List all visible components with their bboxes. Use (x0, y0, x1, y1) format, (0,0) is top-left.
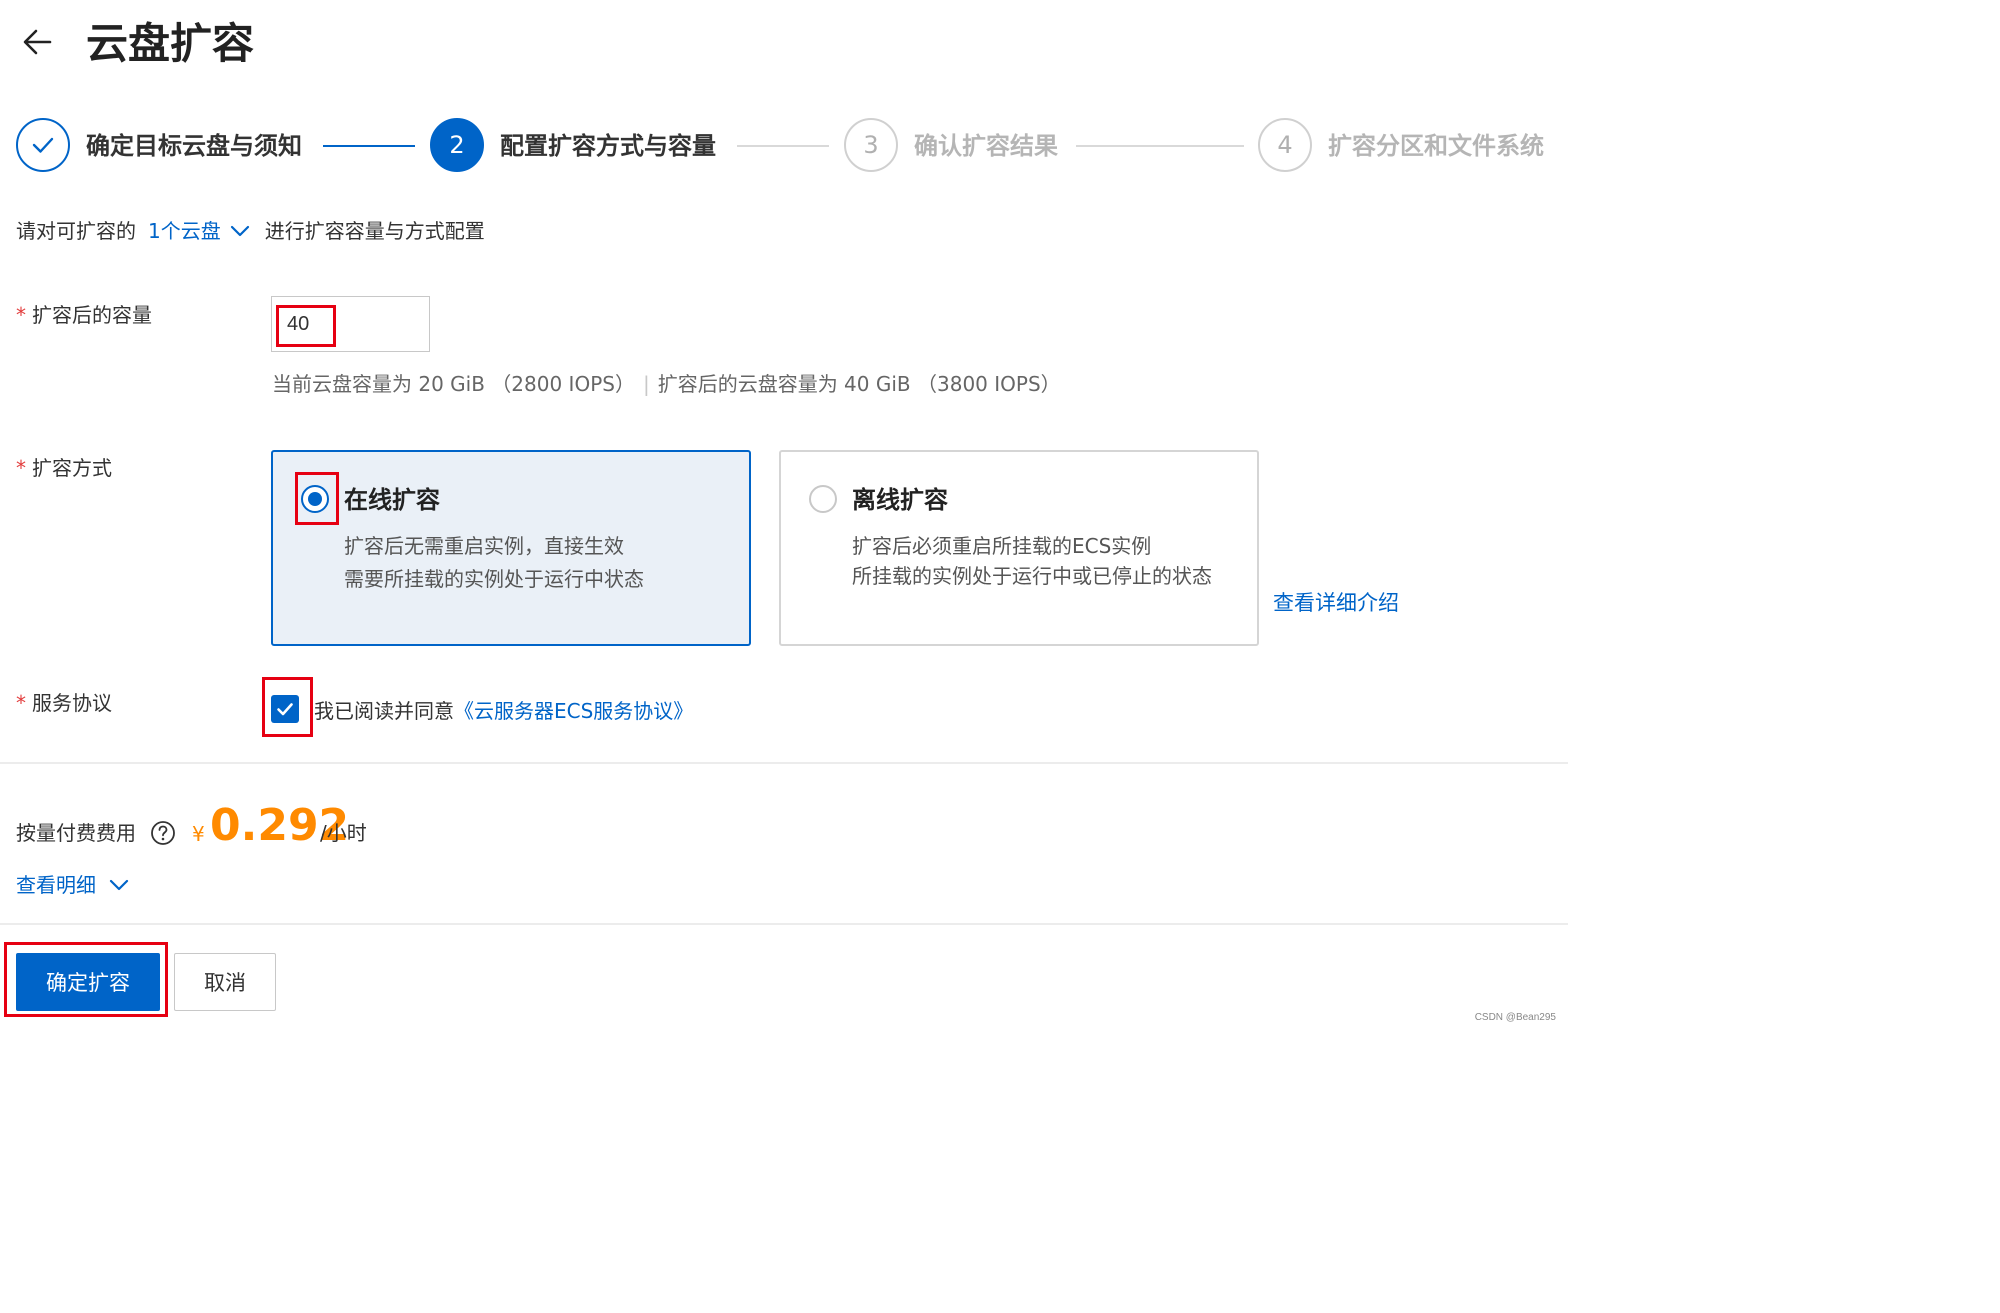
chevron-down-icon[interactable] (229, 220, 251, 242)
online-desc-2: 需要所挂载的实例处于运行中状态 (344, 567, 644, 591)
check-icon (277, 703, 293, 716)
step-3-number: 3 (844, 118, 898, 172)
online-radio[interactable] (301, 485, 329, 513)
step-connector (1076, 145, 1244, 147)
step-3-label: 确认扩容结果 (914, 132, 1058, 160)
step-4-number: 4 (1258, 118, 1312, 172)
hint-separator: | (642, 372, 650, 396)
agreement-text-prefix: 我已阅读并同意 (314, 699, 454, 723)
step-1-check-icon (16, 118, 70, 172)
online-expansion-card[interactable]: 在线扩容 扩容后无需重启实例，直接生效 需要所挂载的实例处于运行中状态 (271, 450, 751, 646)
mode-label: * 扩容方式 (16, 453, 112, 483)
view-details-link[interactable]: 查看详细介绍 (1273, 588, 1399, 618)
online-title: 在线扩容 (344, 486, 440, 514)
chevron-down-icon (109, 879, 129, 891)
offline-title: 离线扩容 (852, 486, 948, 514)
agreement-label-text: 服务协议 (32, 691, 112, 715)
price-label: 按量付费费用 (16, 821, 136, 845)
page-title: 云盘扩容 (86, 19, 255, 68)
step-connector (323, 145, 415, 147)
online-desc-1: 扩容后无需重启实例，直接生效 (344, 534, 624, 558)
mode-label-text: 扩容方式 (32, 456, 112, 480)
price-unit: /小时 (320, 821, 367, 845)
required-mark: * (16, 691, 26, 715)
step-2-number: 2 (430, 118, 484, 172)
arrow-left-icon[interactable] (20, 24, 56, 60)
view-breakdown-link[interactable]: 查看明细 (16, 870, 130, 900)
section-divider (0, 762, 1568, 764)
step-4-label: 扩容分区和文件系统 (1328, 132, 1544, 160)
capacity-hint: 当前云盘容量为 20 GiB （2800 IOPS） | 扩容后的云盘容量为 40 … (272, 370, 1061, 398)
agreement-checkbox[interactable] (271, 695, 299, 723)
offline-expansion-card[interactable]: 离线扩容 扩容后必须重启所挂载的ECS实例 所挂载的实例处于运行中或已停止的状态 (779, 450, 1259, 646)
hint-current: 当前云盘容量为 20 GiB （2800 IOPS） (272, 372, 635, 396)
capacity-label: * 扩容后的容量 (16, 300, 152, 330)
step-connector (737, 145, 829, 147)
offline-radio[interactable] (809, 485, 837, 513)
confirm-expansion-button[interactable]: 确定扩容 (16, 953, 160, 1011)
currency-symbol: ¥ (192, 822, 205, 846)
hint-after: 扩容后的云盘容量为 40 GiB （3800 IOPS） (657, 372, 1061, 396)
agreement-label: * 服务协议 (16, 688, 112, 718)
intro-prefix: 请对可扩容的 (16, 219, 136, 243)
agreement-text: 我已阅读并同意《云服务器ECS服务协议》 (314, 696, 693, 726)
intro-suffix: 进行扩容容量与方式配置 (264, 219, 485, 243)
section-divider (0, 923, 1568, 925)
capacity-input[interactable] (271, 296, 430, 352)
offline-desc-1: 扩容后必须重启所挂载的ECS实例 (852, 534, 1152, 558)
view-breakdown-text: 查看明细 (16, 873, 96, 897)
step-1-label: 确定目标云盘与须知 (86, 132, 302, 160)
help-icon[interactable] (150, 820, 176, 846)
offline-desc-2: 所挂载的实例处于运行中或已停止的状态 (852, 564, 1212, 588)
capacity-label-text: 扩容后的容量 (32, 303, 152, 327)
agreement-link[interactable]: 《云服务器ECS服务协议》 (454, 699, 693, 723)
required-mark: * (16, 303, 26, 327)
intro-text: 请对可扩容的 1个云盘 进行扩容容量与方式配置 (16, 216, 485, 246)
step-2-label: 配置扩容方式与容量 (500, 132, 716, 160)
watermark: CSDN @Bean295 (1474, 1012, 1556, 1023)
cancel-button[interactable]: 取消 (174, 953, 276, 1011)
required-mark: * (16, 456, 26, 480)
disk-count-link[interactable]: 1个云盘 (148, 216, 221, 246)
